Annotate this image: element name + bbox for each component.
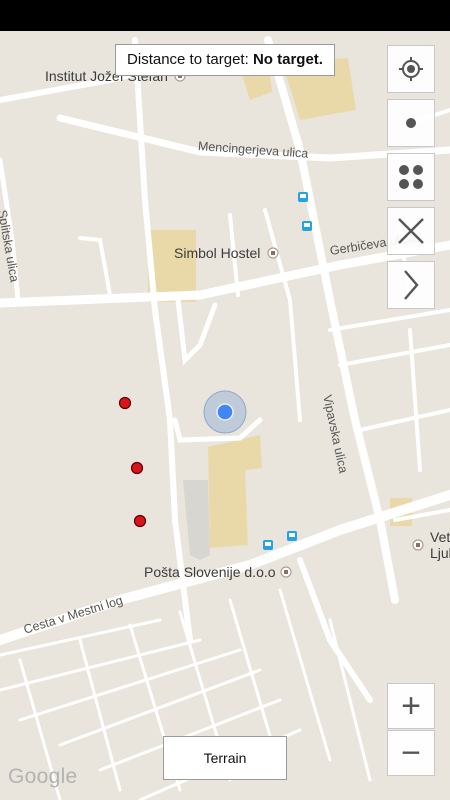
distance-value: No target. xyxy=(252,51,323,68)
close-icon xyxy=(398,218,424,244)
terrain-button[interactable]: Terrain xyxy=(163,736,287,780)
dot-icon xyxy=(406,118,416,128)
google-logo: Google xyxy=(8,765,78,788)
zoom-in-button[interactable]: + xyxy=(387,683,435,729)
chevron-right-icon xyxy=(404,270,419,300)
multi-point-button[interactable] xyxy=(387,153,435,201)
four-dots-icon xyxy=(399,165,423,189)
distance-to-target-box: Distance to target: No target. xyxy=(115,44,335,76)
clear-button[interactable] xyxy=(387,207,435,255)
distance-label: Distance to target: xyxy=(127,51,253,68)
my-location-icon xyxy=(399,57,423,81)
place-label-vet: Vet xyxy=(430,529,450,545)
my-location-button[interactable] xyxy=(387,45,435,93)
place-label-vet-2: Ljub xyxy=(430,545,450,561)
status-bar xyxy=(0,0,450,31)
next-button[interactable] xyxy=(387,261,435,309)
zoom-out-button[interactable]: − xyxy=(387,730,435,776)
single-point-button[interactable] xyxy=(387,99,435,147)
place-label-hostel: Simbol Hostel xyxy=(174,245,261,261)
place-label-posta: Pošta Slovenije d.o.o xyxy=(144,564,276,580)
map-canvas[interactable]: Institut Jožef Stefan Simbol Hostel Pošt… xyxy=(0,31,450,800)
